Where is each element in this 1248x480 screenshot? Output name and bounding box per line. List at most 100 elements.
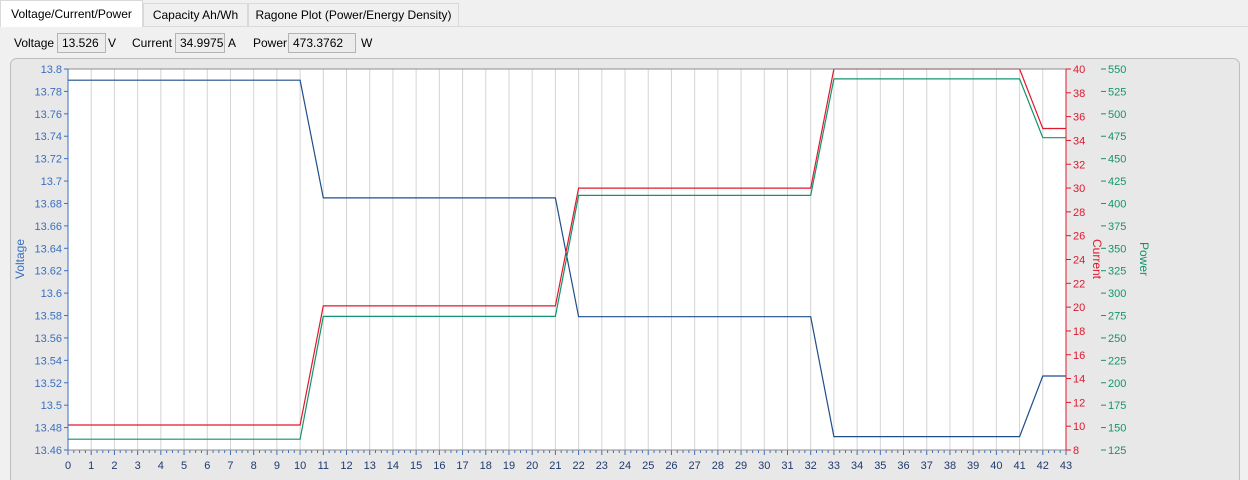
x-tick-label: 27 bbox=[689, 460, 701, 472]
power-tick-label: 225 bbox=[1108, 355, 1126, 367]
x-tick-label: 19 bbox=[503, 460, 515, 472]
power-tick-label: 550 bbox=[1108, 64, 1126, 76]
power-tick-label: 525 bbox=[1108, 86, 1126, 98]
x-tick-label: 34 bbox=[851, 460, 863, 472]
x-tick-label: 43 bbox=[1060, 460, 1072, 472]
power-tick-label: 375 bbox=[1108, 221, 1126, 233]
voltage-axis-title: Voltage bbox=[13, 239, 27, 279]
x-tick-label: 29 bbox=[735, 460, 747, 472]
current-tick-label: 30 bbox=[1073, 183, 1085, 195]
x-tick-label: 5 bbox=[181, 460, 187, 472]
current-tick-label: 8 bbox=[1073, 445, 1079, 457]
x-tick-label: 6 bbox=[204, 460, 210, 472]
x-tick-label: 3 bbox=[135, 460, 141, 472]
voltage-tick-label: 13.72 bbox=[34, 154, 62, 166]
current-tick-label: 24 bbox=[1073, 255, 1085, 267]
x-tick-label: 25 bbox=[642, 460, 654, 472]
power-tick-label: 350 bbox=[1108, 243, 1126, 255]
current-tick-label: 16 bbox=[1073, 350, 1085, 362]
x-tick-label: 18 bbox=[480, 460, 492, 472]
current-tick-label: 36 bbox=[1073, 112, 1085, 124]
x-tick-label: 33 bbox=[828, 460, 840, 472]
power-tick-label: 125 bbox=[1108, 445, 1126, 457]
x-tick-label: 39 bbox=[967, 460, 979, 472]
power-tick-label: 200 bbox=[1108, 378, 1126, 390]
power-tick-label: 150 bbox=[1108, 423, 1126, 435]
current-tick-label: 14 bbox=[1073, 374, 1085, 386]
power-tick-label: 425 bbox=[1108, 176, 1126, 188]
voltage-tick-label: 13.46 bbox=[34, 445, 62, 457]
voltage-tick-label: 13.48 bbox=[34, 423, 62, 435]
current-tick-label: 20 bbox=[1073, 302, 1085, 314]
current-tick-label: 18 bbox=[1073, 326, 1085, 338]
voltage-tick-label: 13.62 bbox=[34, 266, 62, 278]
voltage-tick-label: 13.56 bbox=[34, 333, 62, 345]
power-tick-label: 275 bbox=[1108, 311, 1126, 323]
current-tick-label: 28 bbox=[1073, 207, 1085, 219]
x-tick-label: 26 bbox=[665, 460, 677, 472]
x-tick-label: 41 bbox=[1013, 460, 1025, 472]
voltage-tick-label: 13.6 bbox=[41, 288, 62, 300]
power-tick-label: 325 bbox=[1108, 266, 1126, 278]
x-tick-label: 35 bbox=[874, 460, 886, 472]
x-tick-label: 31 bbox=[781, 460, 793, 472]
current-tick-label: 40 bbox=[1073, 64, 1085, 76]
power-tick-label: 450 bbox=[1108, 154, 1126, 166]
voltage-tick-label: 13.54 bbox=[34, 355, 62, 367]
x-tick-label: 28 bbox=[712, 460, 724, 472]
x-tick-label: 4 bbox=[158, 460, 164, 472]
x-tick-label: 10 bbox=[294, 460, 306, 472]
x-tick-label: 8 bbox=[251, 460, 257, 472]
x-tick-label: 36 bbox=[897, 460, 909, 472]
current-tick-label: 32 bbox=[1073, 159, 1085, 171]
voltage-tick-label: 13.52 bbox=[34, 378, 62, 390]
x-tick-label: 20 bbox=[526, 460, 538, 472]
x-tick-label: 1 bbox=[88, 460, 94, 472]
x-tick-label: 12 bbox=[340, 460, 352, 472]
voltage-tick-label: 13.58 bbox=[34, 311, 62, 323]
current-tick-label: 12 bbox=[1073, 397, 1085, 409]
x-tick-label: 11 bbox=[318, 460, 329, 472]
power-tick-label: 475 bbox=[1108, 131, 1126, 143]
voltage-current-power-chart[interactable]: 0 1 2 3 4 5 6 7 8 9 10 11 12 13 14 15 16 17 18 19 20 21 22 23 24… bbox=[0, 0, 1248, 480]
x-tick-label: 24 bbox=[619, 460, 631, 472]
tab-voltage-current-power[interactable]: Voltage/Current/Power bbox=[0, 0, 143, 27]
voltage-tick-label: 13.74 bbox=[34, 131, 62, 143]
power-tick-label: 175 bbox=[1108, 400, 1126, 412]
current-tick-label: 22 bbox=[1073, 278, 1085, 290]
voltage-tick-label: 13.5 bbox=[41, 400, 62, 412]
voltage-tick-label: 13.66 bbox=[34, 221, 62, 233]
x-tick-label: 21 bbox=[549, 460, 561, 472]
x-tick-label: 9 bbox=[274, 460, 280, 472]
current-tick-label: 34 bbox=[1073, 135, 1085, 147]
x-tick-label: 30 bbox=[758, 460, 770, 472]
x-tick-label: 37 bbox=[921, 460, 933, 472]
voltage-tick-label: 13.68 bbox=[34, 198, 62, 210]
voltage-tick-label: 13.78 bbox=[34, 86, 62, 98]
power-axis-title: Power bbox=[1137, 242, 1151, 276]
x-tick-label: 16 bbox=[433, 460, 445, 472]
x-tick-label: 13 bbox=[364, 460, 376, 472]
x-tick-label: 15 bbox=[410, 460, 422, 472]
power-tick-label: 300 bbox=[1108, 288, 1126, 300]
x-tick-label: 17 bbox=[456, 460, 468, 472]
x-tick-label: 2 bbox=[111, 460, 117, 472]
power-tick-label: 500 bbox=[1108, 109, 1126, 121]
voltage-tick-label: 13.7 bbox=[41, 176, 62, 188]
current-tick-label: 10 bbox=[1073, 421, 1085, 433]
voltage-tick-label: 13.8 bbox=[41, 64, 62, 76]
x-tick-label: 40 bbox=[990, 460, 1002, 472]
x-tick-label: 42 bbox=[1037, 460, 1049, 472]
x-tick-label: 7 bbox=[227, 460, 233, 472]
x-tick-label: 0 bbox=[65, 460, 71, 472]
power-tick-label: 250 bbox=[1108, 333, 1126, 345]
voltage-tick-label: 13.64 bbox=[34, 243, 62, 255]
x-tick-label: 14 bbox=[387, 460, 399, 472]
current-tick-label: 38 bbox=[1073, 88, 1085, 100]
x-tick-label: 38 bbox=[944, 460, 956, 472]
current-tick-label: 26 bbox=[1073, 231, 1085, 243]
current-axis-title: Current bbox=[1090, 239, 1104, 280]
x-tick-label: 23 bbox=[596, 460, 608, 472]
voltage-tick-label: 13.76 bbox=[34, 109, 62, 121]
x-tick-label: 32 bbox=[805, 460, 817, 472]
